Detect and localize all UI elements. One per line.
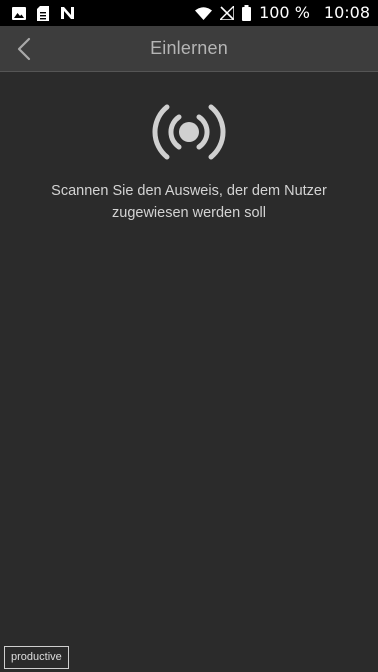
main-content: Scannen Sie den Ausweis, der dem Nutzer … bbox=[0, 72, 378, 672]
image-icon bbox=[12, 6, 26, 20]
sd-card-icon bbox=[37, 5, 49, 21]
battery-full-icon bbox=[242, 5, 252, 21]
nfc-broadcast-icon bbox=[152, 104, 226, 160]
wifi-icon bbox=[195, 6, 213, 20]
status-bar-left bbox=[12, 5, 86, 21]
nfc-n-icon bbox=[60, 6, 75, 20]
chevron-left-icon bbox=[17, 37, 31, 61]
page-title: Einlernen bbox=[150, 38, 228, 58]
battery-percentage: 100 % bbox=[259, 3, 310, 22]
status-bar-right: 100 % 10:08 bbox=[187, 5, 370, 21]
scan-instruction: Scannen Sie den Ausweis, der dem Nutzer … bbox=[51, 183, 327, 221]
status-bar: 100 % 10:08 bbox=[0, 0, 378, 26]
app-bar: Einlernen bbox=[0, 26, 378, 72]
clock: 10:08 bbox=[323, 3, 370, 22]
back-button[interactable] bbox=[4, 26, 44, 72]
no-signal-icon bbox=[220, 6, 235, 20]
environment-badge: productive bbox=[4, 646, 69, 669]
